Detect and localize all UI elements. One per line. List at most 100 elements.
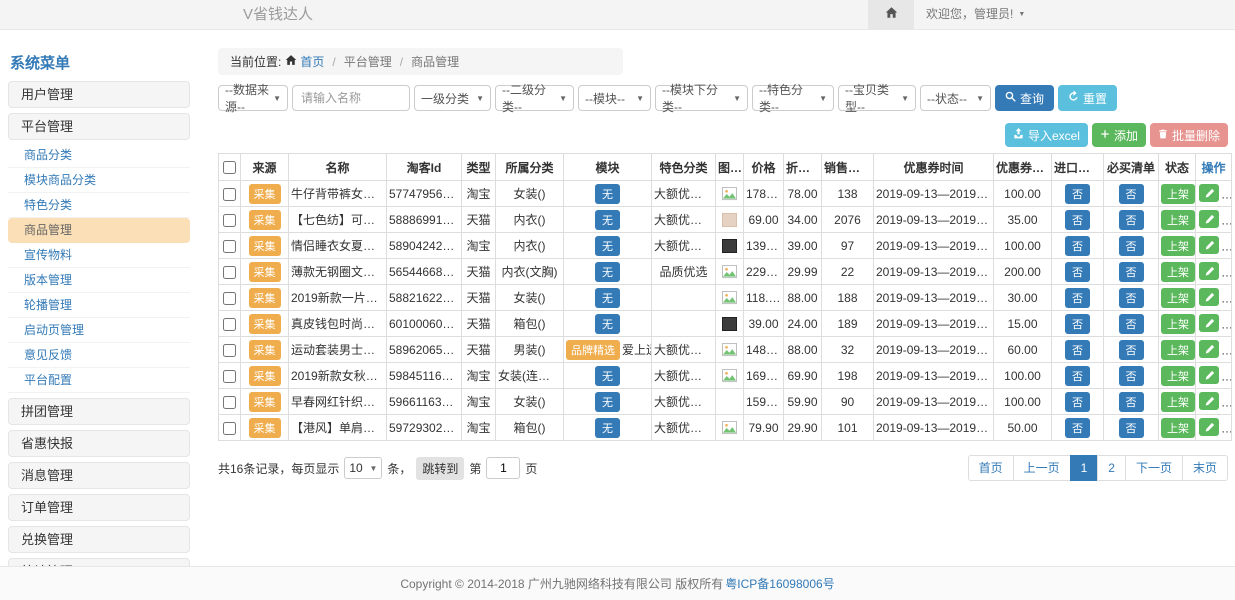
status-on-shelf-button[interactable]: 上架 bbox=[1161, 210, 1195, 230]
row-checkbox[interactable] bbox=[223, 318, 236, 331]
jump-button[interactable]: 跳转到 bbox=[416, 457, 464, 480]
pager-item[interactable]: 首页 bbox=[968, 455, 1014, 481]
row-checkbox[interactable] bbox=[223, 422, 236, 435]
import-select-toggle[interactable]: 否 bbox=[1065, 340, 1090, 360]
sidebar-item[interactable]: 启动页管理 bbox=[8, 318, 190, 343]
page-number-input[interactable] bbox=[486, 457, 520, 479]
batch-delete-button[interactable]: 批量删除 bbox=[1150, 123, 1228, 147]
import-select-toggle[interactable]: 否 bbox=[1065, 262, 1090, 282]
must-buy-toggle[interactable]: 否 bbox=[1119, 236, 1144, 256]
status-on-shelf-button[interactable]: 上架 bbox=[1161, 392, 1195, 412]
row-checkbox[interactable] bbox=[223, 344, 236, 357]
edit-button[interactable] bbox=[1199, 262, 1219, 280]
sidebar-item[interactable]: 轮播管理 bbox=[8, 293, 190, 318]
module-badge[interactable]: 无 bbox=[595, 262, 620, 282]
must-buy-toggle[interactable]: 否 bbox=[1119, 210, 1144, 230]
status-on-shelf-button[interactable]: 上架 bbox=[1161, 288, 1195, 308]
edit-button[interactable] bbox=[1199, 288, 1219, 306]
edit-button[interactable] bbox=[1199, 392, 1219, 410]
edit-button[interactable] bbox=[1199, 236, 1219, 254]
edit-button[interactable] bbox=[1199, 210, 1219, 228]
user-menu[interactable]: 欢迎您，管理员! ▼ bbox=[926, 0, 1025, 29]
add-button[interactable]: 添加 bbox=[1092, 123, 1146, 147]
sidebar-item[interactable]: 意见反馈 bbox=[8, 343, 190, 368]
status-on-shelf-button[interactable]: 上架 bbox=[1161, 340, 1195, 360]
must-buy-toggle[interactable]: 否 bbox=[1119, 392, 1144, 412]
module-badge[interactable]: 无 bbox=[595, 184, 620, 204]
status-on-shelf-button[interactable]: 上架 bbox=[1161, 418, 1195, 438]
sidebar-item[interactable]: 版本管理 bbox=[8, 268, 190, 293]
pager-item[interactable]: 末页 bbox=[1182, 455, 1228, 481]
must-buy-toggle[interactable]: 否 bbox=[1119, 314, 1144, 334]
reset-button[interactable]: 重置 bbox=[1058, 85, 1117, 111]
import-select-toggle[interactable]: 否 bbox=[1065, 210, 1090, 230]
sidebar-group[interactable]: 订单管理 bbox=[8, 494, 190, 521]
status-on-shelf-button[interactable]: 上架 bbox=[1161, 262, 1195, 282]
filter-select-level1-category[interactable]: 一级分类▼ bbox=[414, 85, 491, 111]
pager-item[interactable]: 1 bbox=[1070, 455, 1099, 481]
module-badge[interactable]: 无 bbox=[595, 210, 620, 230]
import-select-toggle[interactable]: 否 bbox=[1065, 236, 1090, 256]
sidebar-item[interactable]: 模块商品分类 bbox=[8, 168, 190, 193]
filter-select-module-subcategory[interactable]: --模块下分类--▼ bbox=[655, 85, 748, 111]
must-buy-toggle[interactable]: 否 bbox=[1119, 184, 1144, 204]
status-on-shelf-button[interactable]: 上架 bbox=[1161, 184, 1195, 204]
must-buy-toggle[interactable]: 否 bbox=[1119, 418, 1144, 438]
filter-select-status[interactable]: --状态--▼ bbox=[920, 85, 991, 111]
sidebar-group[interactable]: 用户管理 bbox=[8, 81, 190, 108]
sidebar-item[interactable]: 平台配置 bbox=[8, 368, 190, 393]
sidebar-item[interactable]: 特色分类 bbox=[8, 193, 190, 218]
status-on-shelf-button[interactable]: 上架 bbox=[1161, 236, 1195, 256]
filter-select-item-type[interactable]: --宝贝类型--▼ bbox=[838, 85, 916, 111]
row-checkbox[interactable] bbox=[223, 214, 236, 227]
must-buy-toggle[interactable]: 否 bbox=[1119, 366, 1144, 386]
import-select-toggle[interactable]: 否 bbox=[1065, 288, 1090, 308]
filter-select-module[interactable]: --模块--▼ bbox=[578, 85, 651, 111]
row-checkbox[interactable] bbox=[223, 188, 236, 201]
import-select-toggle[interactable]: 否 bbox=[1065, 314, 1090, 334]
select-all-checkbox[interactable] bbox=[223, 161, 236, 174]
pager-item[interactable]: 上一页 bbox=[1013, 455, 1071, 481]
sidebar-item[interactable]: 商品分类 bbox=[8, 143, 190, 168]
sidebar-group[interactable]: 消息管理 bbox=[8, 462, 190, 489]
sidebar-group[interactable]: 拼团管理 bbox=[8, 398, 190, 425]
row-checkbox[interactable] bbox=[223, 396, 236, 409]
filter-select-feature-category[interactable]: --特色分类--▼ bbox=[752, 85, 834, 111]
edit-button[interactable] bbox=[1199, 418, 1219, 436]
import-excel-button[interactable]: 导入excel bbox=[1005, 123, 1088, 147]
must-buy-toggle[interactable]: 否 bbox=[1119, 262, 1144, 282]
row-checkbox[interactable] bbox=[223, 292, 236, 305]
per-page-select[interactable]: 10 ▼ bbox=[344, 457, 382, 479]
name-search-input[interactable] bbox=[292, 85, 410, 111]
pager-item[interactable]: 下一页 bbox=[1125, 455, 1183, 481]
module-badge[interactable]: 品牌精选 bbox=[566, 340, 620, 360]
edit-button[interactable] bbox=[1199, 314, 1219, 332]
icp-link[interactable]: 粤ICP备16098006号 bbox=[725, 575, 834, 592]
home-button[interactable] bbox=[868, 0, 914, 29]
filter-select-data-source[interactable]: --数据来源--▼ bbox=[218, 85, 288, 111]
row-checkbox[interactable] bbox=[223, 370, 236, 383]
filter-select-level2-category[interactable]: --二级分类--▼ bbox=[495, 85, 574, 111]
sidebar-item[interactable]: 宣传物料 bbox=[8, 243, 190, 268]
module-badge[interactable]: 无 bbox=[595, 236, 620, 256]
module-badge[interactable]: 无 bbox=[595, 314, 620, 334]
status-on-shelf-button[interactable]: 上架 bbox=[1161, 314, 1195, 334]
status-on-shelf-button[interactable]: 上架 bbox=[1161, 366, 1195, 386]
module-badge[interactable]: 无 bbox=[595, 288, 620, 308]
sidebar-group[interactable]: 平台管理 bbox=[8, 113, 190, 140]
edit-button[interactable] bbox=[1199, 184, 1219, 202]
edit-button[interactable] bbox=[1199, 340, 1219, 358]
pager-item[interactable]: 2 bbox=[1097, 455, 1126, 481]
row-checkbox[interactable] bbox=[223, 266, 236, 279]
import-select-toggle[interactable]: 否 bbox=[1065, 392, 1090, 412]
import-select-toggle[interactable]: 否 bbox=[1065, 184, 1090, 204]
must-buy-toggle[interactable]: 否 bbox=[1119, 340, 1144, 360]
edit-button[interactable] bbox=[1199, 366, 1219, 384]
sidebar-group[interactable]: 省惠快报 bbox=[8, 430, 190, 457]
sidebar-group[interactable]: 兑换管理 bbox=[8, 526, 190, 553]
module-badge[interactable]: 无 bbox=[595, 418, 620, 438]
query-button[interactable]: 查询 bbox=[995, 85, 1054, 111]
import-select-toggle[interactable]: 否 bbox=[1065, 418, 1090, 438]
module-badge[interactable]: 无 bbox=[595, 392, 620, 412]
module-badge[interactable]: 无 bbox=[595, 366, 620, 386]
